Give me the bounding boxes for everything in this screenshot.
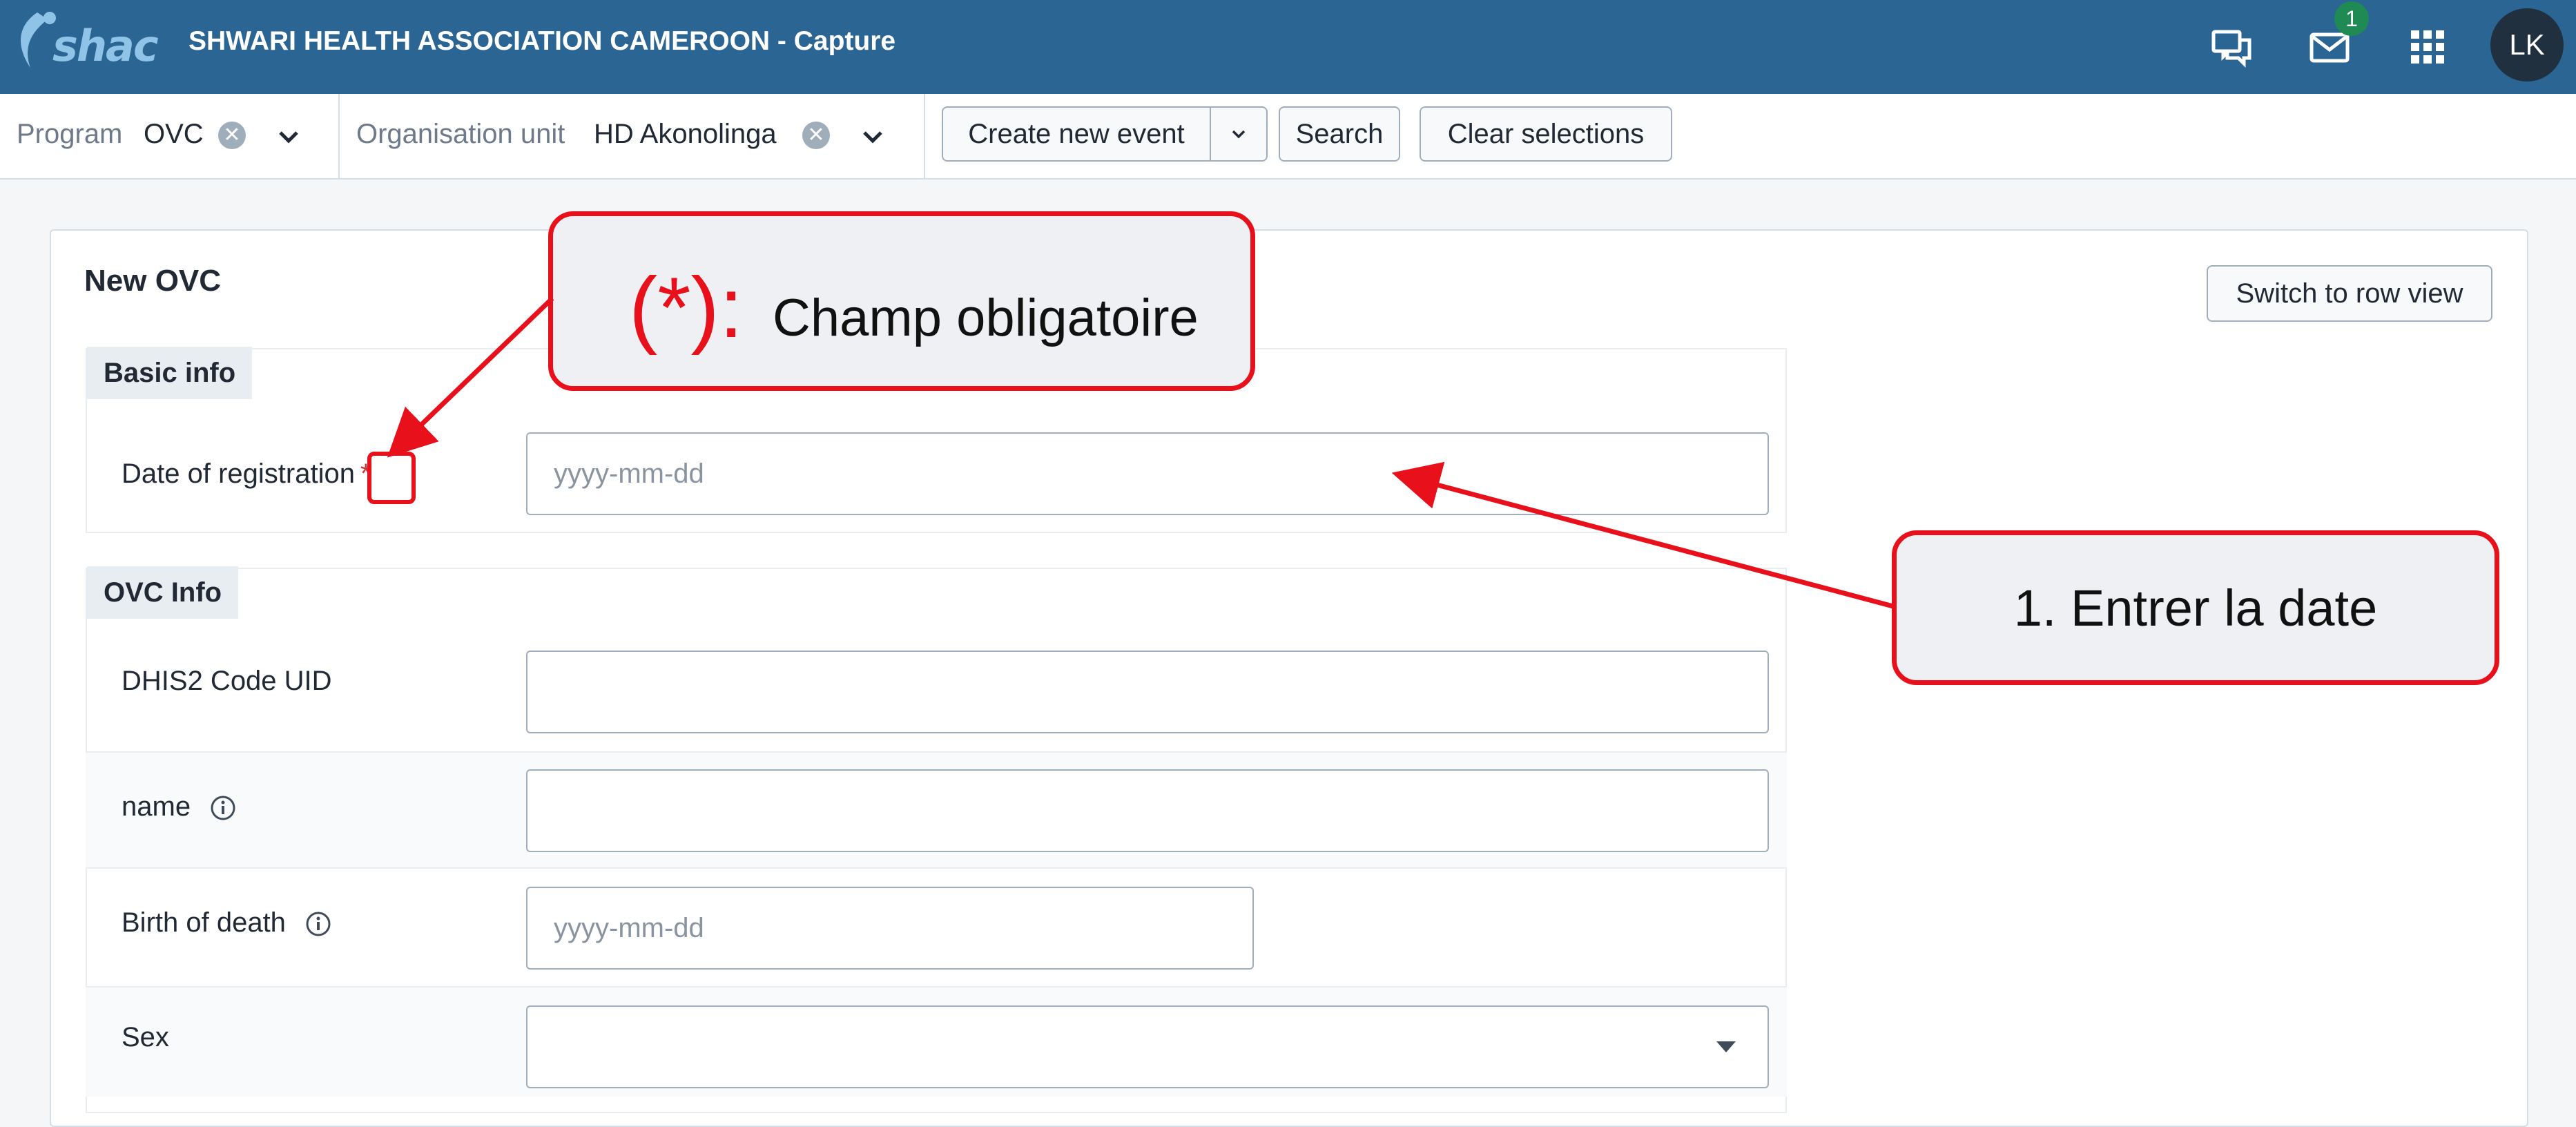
step-1-text: 1. Entrer la date [2013, 579, 2378, 637]
section-header-basic-info: Basic info [87, 347, 253, 399]
name-label-text: name [122, 791, 191, 822]
birth-of-death-placeholder: yyyy-mm-dd [554, 912, 704, 943]
date-of-registration-label: Date of registration * [122, 459, 371, 490]
search-label: Search [1295, 118, 1384, 149]
birth-of-death-label: Birth of death [122, 907, 332, 938]
apps-grid-icon[interactable] [2399, 18, 2457, 76]
dropdown-caret-icon [1716, 1041, 1736, 1052]
logo-text: shac [52, 21, 159, 71]
clear-program-icon[interactable]: ✕ [218, 122, 246, 149]
form-title: New OVC [84, 264, 222, 298]
org-unit-value[interactable]: HD Akonolinga [594, 119, 777, 150]
section-header-ovc-info: OVC Info [87, 566, 239, 619]
search-button[interactable]: Search [1279, 106, 1400, 162]
sex-label: Sex [122, 1022, 169, 1052]
program-value[interactable]: OVC [144, 119, 204, 150]
required-marker-large: (*): [629, 260, 744, 356]
app-title: SHWARI HEALTH ASSOCIATION CAMEROON - Cap… [188, 26, 896, 56]
date-of-registration-input[interactable]: yyyy-mm-dd [526, 432, 1769, 515]
dhis2-code-uid-input[interactable] [526, 651, 1769, 733]
switch-view-label: Switch to row view [2236, 278, 2463, 309]
clear-org-unit-icon[interactable]: ✕ [802, 122, 830, 149]
divider [338, 94, 340, 178]
sex-select[interactable] [526, 1005, 1769, 1088]
org-unit-label: Organisation unit [356, 119, 565, 149]
info-icon[interactable] [209, 794, 237, 822]
name-label: name [122, 791, 237, 822]
required-field-callout: (*): Champ obligatoire [548, 211, 1255, 391]
date-of-registration-text: Date of registration [122, 459, 355, 489]
required-field-text: Champ obligatoire [773, 289, 1199, 347]
row-divider [86, 867, 1787, 869]
create-new-event-button[interactable]: Create new event [942, 106, 1211, 162]
user-avatar[interactable]: LK [2490, 8, 2564, 81]
context-selection-bar: Program OVC ✕ Organisation unit HD Akono… [0, 94, 2576, 180]
messages-badge: 1 [2334, 1, 2369, 36]
switch-to-row-view-button[interactable]: Switch to row view [2207, 265, 2492, 322]
info-icon[interactable] [304, 910, 332, 938]
name-input[interactable] [526, 769, 1769, 852]
header-bar: shac SHWARI HEALTH ASSOCIATION CAMEROON … [0, 0, 2576, 94]
chevron-down-icon [1232, 130, 1246, 139]
clear-selections-label: Clear selections [1447, 118, 1645, 149]
program-label: Program [17, 119, 123, 149]
step-1-callout: 1. Entrer la date [1892, 530, 2499, 685]
shac-logo[interactable]: shac [10, 6, 159, 88]
chevron-down-icon[interactable] [858, 122, 888, 152]
divider [924, 94, 925, 178]
create-new-event-label: Create new event [968, 118, 1185, 149]
birth-of-death-text: Birth of death [122, 907, 286, 938]
birth-of-death-input[interactable]: yyyy-mm-dd [526, 887, 1254, 970]
required-highlight-box [367, 452, 416, 504]
dhis2-code-uid-label: DHIS2 Code UID [122, 666, 332, 696]
clear-selections-button[interactable]: Clear selections [1420, 106, 1672, 162]
create-event-dropdown-button[interactable] [1210, 106, 1268, 162]
chevron-down-icon[interactable] [273, 122, 304, 152]
interpretations-icon[interactable] [2202, 18, 2260, 76]
date-placeholder: yyyy-mm-dd [554, 458, 704, 489]
